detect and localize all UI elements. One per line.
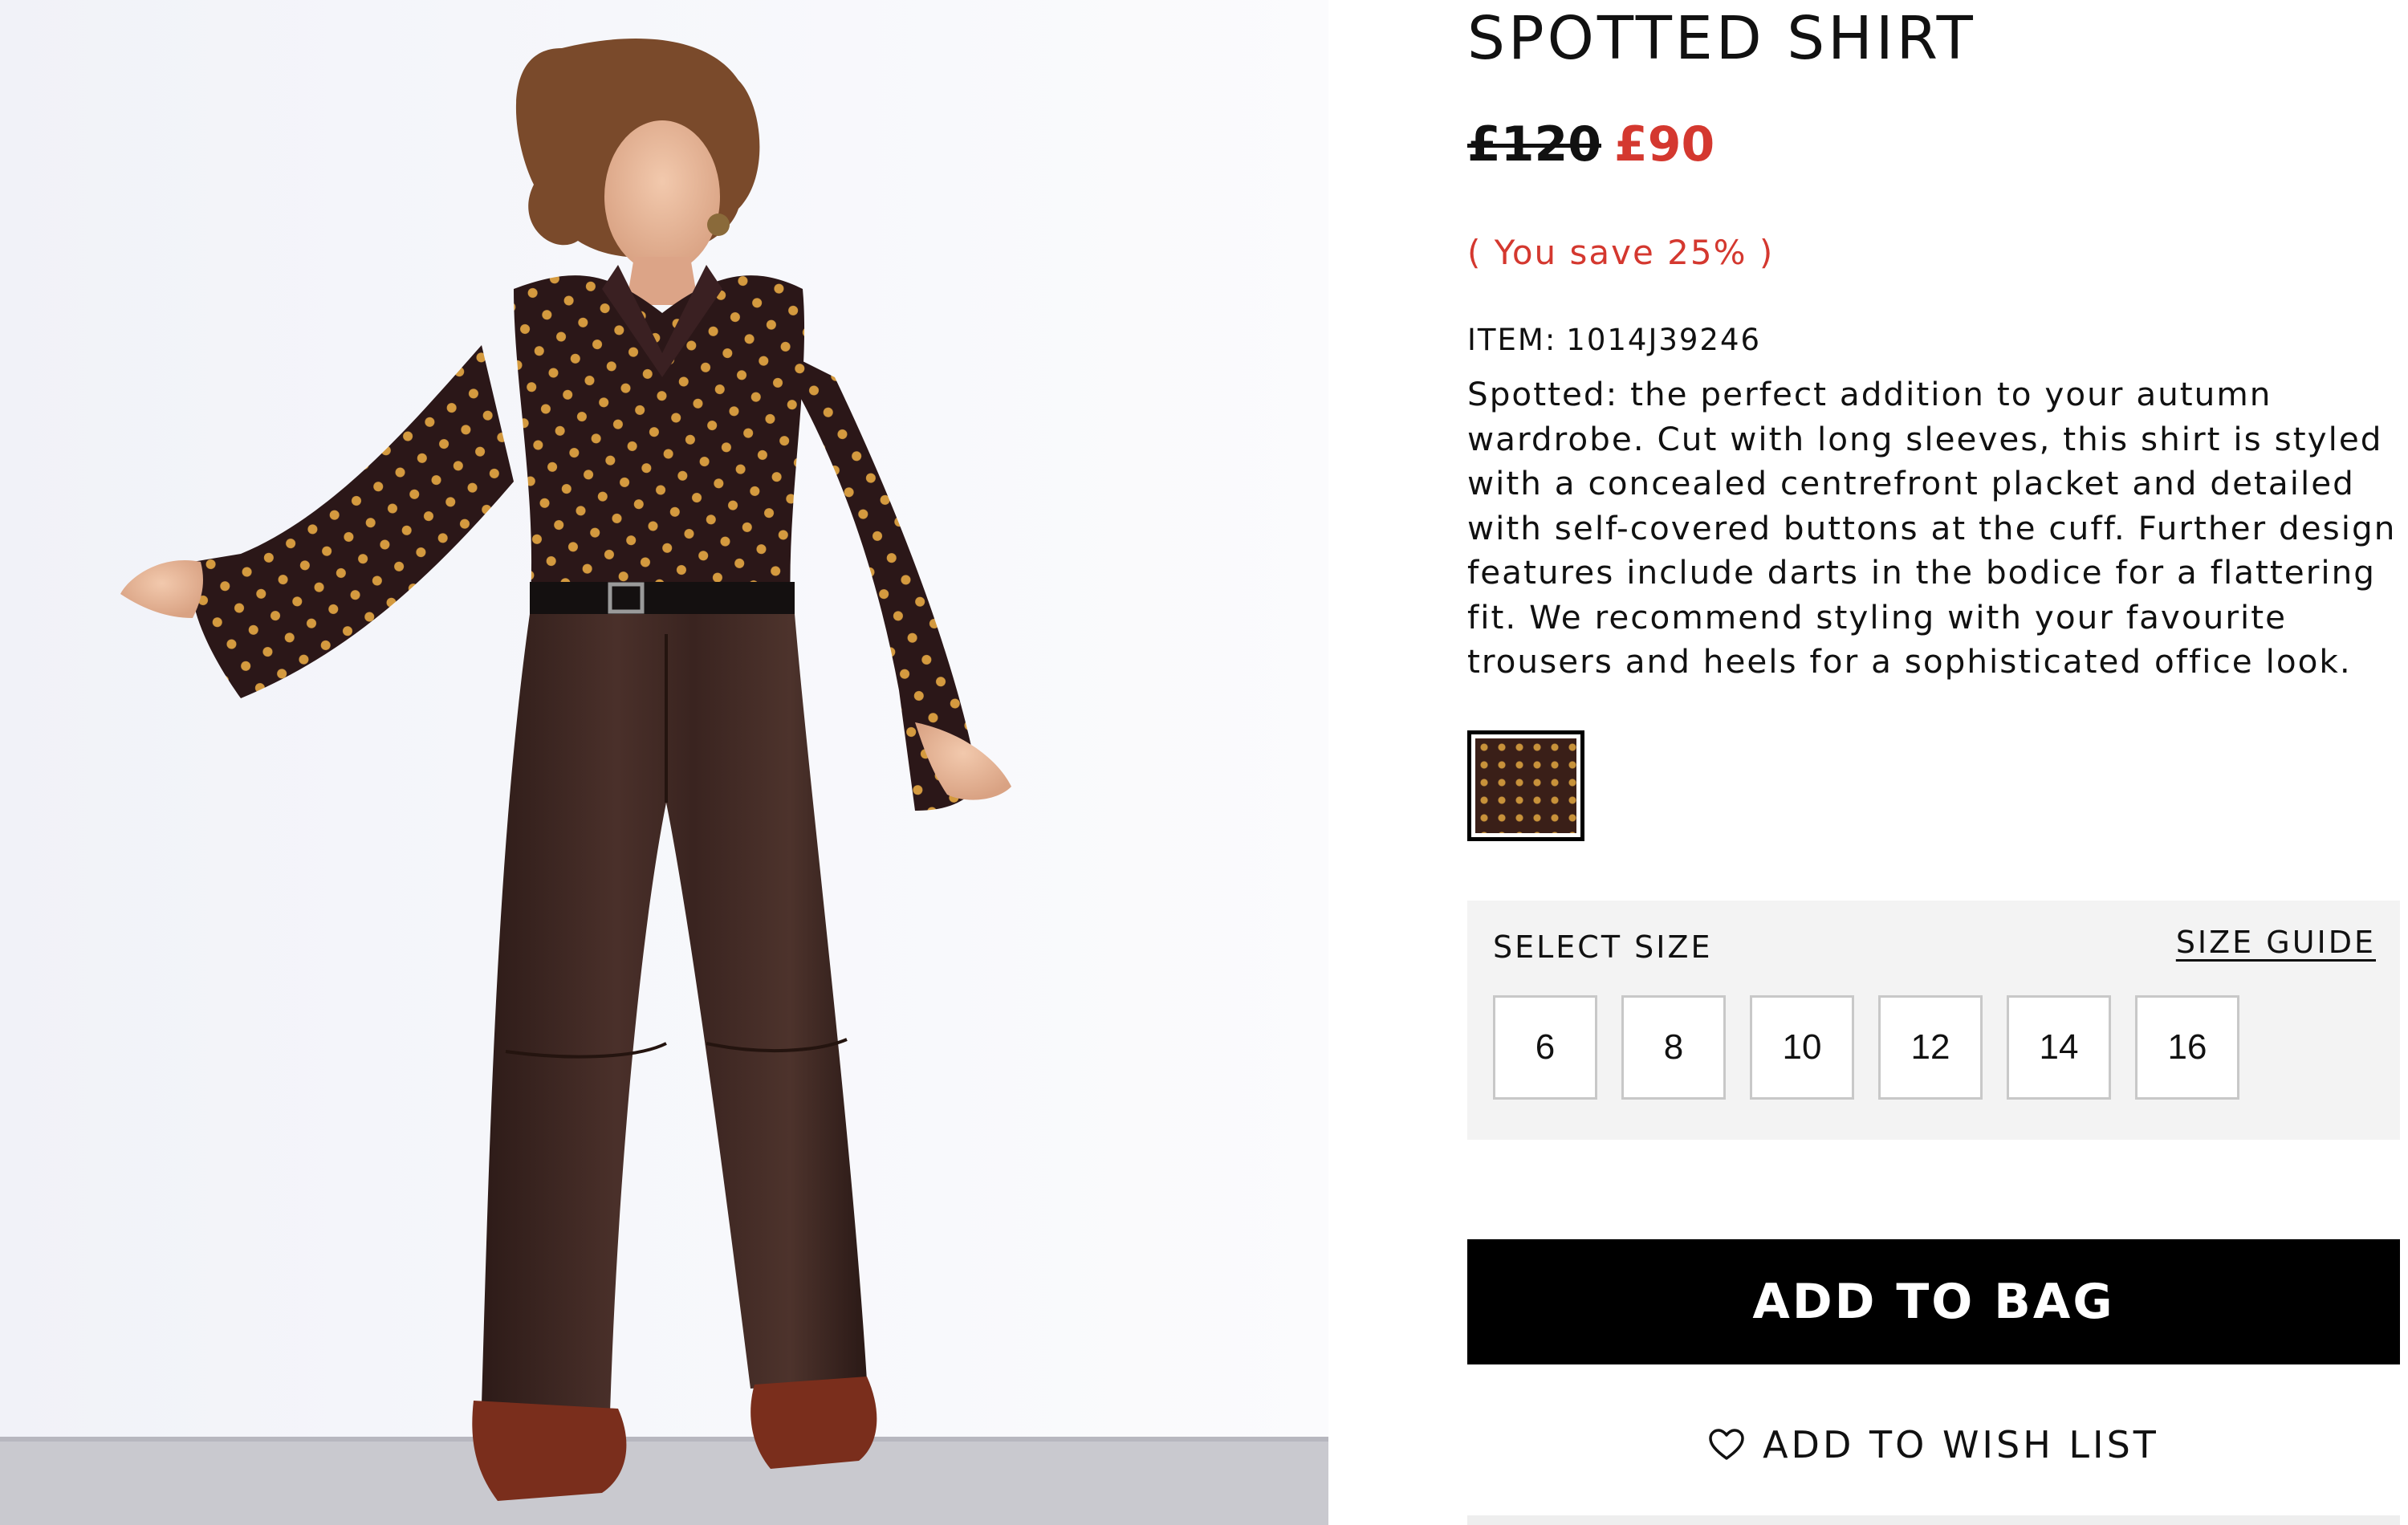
divider — [1467, 1515, 2400, 1525]
add-to-bag-button[interactable]: ADD TO BAG — [1467, 1239, 2400, 1364]
size-option[interactable]: 6 — [1493, 995, 1597, 1100]
product-title: SPOTTED SHIRT — [1467, 4, 1976, 73]
select-size-label: SELECT SIZE — [1493, 929, 1713, 965]
item-label: ITEM: — [1467, 323, 1557, 357]
size-options: 6 8 10 12 14 16 — [1493, 995, 2239, 1100]
wish-list-label: ADD TO WISH LIST — [1763, 1423, 2159, 1466]
size-option[interactable]: 12 — [1878, 995, 1983, 1100]
saving-text: ( You save 25% ) — [1467, 233, 1775, 272]
model-illustration — [0, 39, 1328, 1525]
size-selector: SELECT SIZE SIZE GUIDE 6 8 10 12 14 16 — [1467, 901, 2400, 1140]
colour-swatch[interactable] — [1467, 730, 1584, 841]
item-number: ITEM: 1014J39246 — [1467, 323, 1761, 357]
add-to-wish-list-button[interactable]: ADD TO WISH LIST — [1467, 1413, 2400, 1477]
size-option[interactable]: 10 — [1750, 995, 1854, 1100]
size-option[interactable]: 8 — [1621, 995, 1726, 1100]
original-price: £120 — [1467, 116, 1601, 173]
size-option[interactable]: 14 — [2007, 995, 2111, 1100]
size-option[interactable]: 16 — [2135, 995, 2239, 1100]
product-details: SPOTTED SHIRT £120 £90 ( You save 25% ) I… — [1467, 0, 2400, 1525]
product-image — [0, 0, 1328, 1525]
sale-price: £90 — [1614, 116, 1715, 173]
item-number-value: 1014J39246 — [1566, 323, 1762, 357]
swatch-pattern — [1475, 738, 1576, 833]
price-block: £120 £90 — [1467, 112, 1714, 177]
heart-outline-icon — [1708, 1428, 1745, 1462]
size-guide-link[interactable]: SIZE GUIDE — [2176, 925, 2376, 960]
product-description: Spotted: the perfect addition to your au… — [1467, 375, 2397, 681]
